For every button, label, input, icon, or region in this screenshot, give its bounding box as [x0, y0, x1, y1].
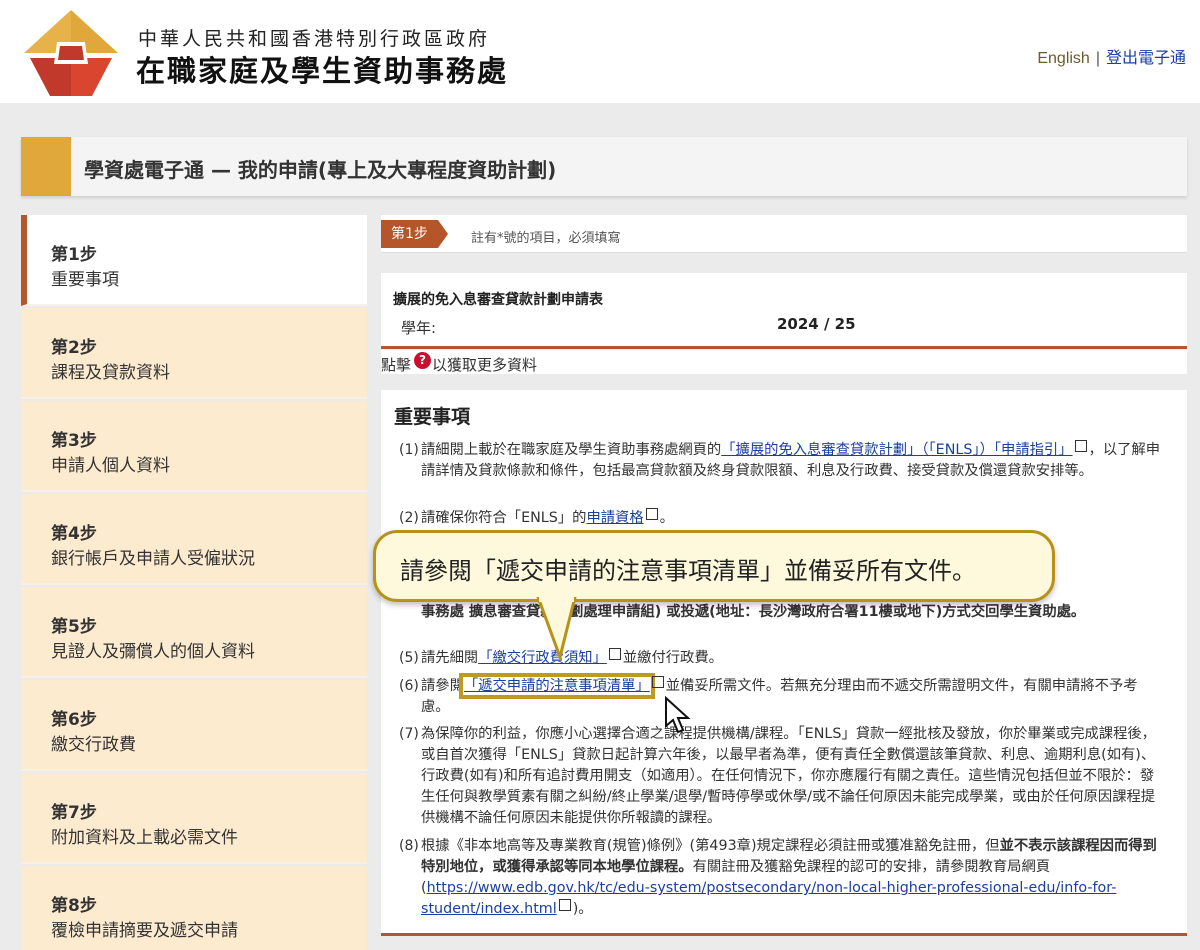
external-link-icon: [608, 648, 621, 660]
org-name-line2: 在職家庭及學生資助事務處: [136, 54, 509, 88]
top-links: English | 登出電子通: [1037, 44, 1186, 68]
step-number: 第3步: [51, 431, 97, 451]
step-badge: 第1步: [381, 220, 448, 248]
note-item-8: (8) 根據《非本地高等及專業教育(規管)條例》(第493章)規定課程必須註冊或…: [399, 836, 1164, 920]
note-number: (5): [399, 650, 419, 666]
edb-website-link[interactable]: https://www.edb.gov.hk/tc/edu-system/pos…: [421, 880, 1116, 917]
title-accent: [21, 137, 71, 196]
step-number: 第4步: [51, 524, 97, 544]
english-link[interactable]: English: [1037, 50, 1089, 67]
note-text: (地址：長沙灣政府合署11樓或地下)方式交回學生資助處。: [709, 604, 1086, 620]
step-label: 附加資料及上載必需文件: [51, 828, 238, 848]
note-text: 請先細閱: [421, 650, 479, 666]
note-item-6: (6) 請參閱「遞交申請的注意事項清單」 並備妥所需文件。若無充分理由而不遞交所需…: [399, 673, 1164, 718]
step-label: 重要事項: [51, 270, 119, 290]
note-item-4: 事務處 擴息審查貸款計劃處理申請組) 或投遞(地址：長沙灣政府合署11樓或地下)…: [399, 602, 1164, 623]
sidebar-step-1[interactable]: 第1步 重要事項: [21, 215, 367, 306]
note-number: (8): [399, 838, 419, 854]
logout-link[interactable]: 登出電子通: [1106, 50, 1186, 67]
info-suffix: 以獲取更多資料: [432, 356, 538, 374]
enls-guide-link[interactable]: 「擴展的免入息審查貸款計劃」（「ENLS」）「申請指引」: [721, 442, 1072, 458]
step-label: 銀行帳戶及申請人受僱狀況: [51, 549, 255, 569]
note-text: 事務處 擴: [421, 604, 484, 620]
org-name-line1: 中華人民共和國香港特別行政區政府: [138, 28, 491, 50]
step-number: 第7步: [51, 803, 97, 823]
instruction-callout: 請參閱「遞交申請的注意事項清單」並備妥所有文件。: [373, 530, 1055, 602]
sidebar-step-5[interactable]: 第5步 見證人及彌償人的個人資料: [21, 587, 367, 678]
external-link-icon: [558, 899, 571, 911]
note-item-1: (1) 請細閱上載於在職家庭及學生資助事務處網頁的「擴展的免入息審查貸款計劃」（…: [399, 440, 1164, 482]
sidebar-step-4[interactable]: 第4步 銀行帳戶及申請人受僱狀況: [21, 494, 367, 585]
steps-sidebar: 第1步 重要事項 第2步 課程及貸款資料 第3步 申請人個人資料 第4步 銀行帳…: [21, 215, 367, 950]
info-prefix: 點擊: [381, 356, 412, 374]
step-number: 第5步: [51, 617, 97, 637]
step-number: 第1步: [51, 245, 97, 265]
important-notes-panel: 重要事項 (1) 請細閱上載於在職家庭及學生資助事務處網頁的「擴展的免入息審查貸…: [381, 390, 1187, 936]
step-label: 課程及貸款資料: [51, 363, 170, 383]
note-text: 根據《非本地高等及專業教育(規管)條例》(第493章)規定課程必須註冊或獲准豁免…: [421, 838, 1000, 854]
external-link-icon: [651, 676, 664, 688]
eligibility-link[interactable]: 申請資格: [586, 510, 643, 526]
sidebar-step-7[interactable]: 第7步 附加資料及上載必需文件: [21, 773, 367, 864]
note-text: 為保障你的利益，你應小心選擇合適之課程提供機構/課程。「ENLS」貸款一經批核及…: [421, 726, 1156, 826]
note-text: 請參閱: [421, 678, 464, 694]
form-title: 擴展的免入息審查貸款計劃申請表: [393, 292, 603, 308]
required-note: 註有*號的項目，必須填寫: [471, 231, 621, 246]
note-item-7: (7) 為保障你的利益，你應小心選擇合適之課程提供機構/課程。「ENLS」貸款一…: [399, 724, 1164, 829]
note-text: 請確保你符合「ENLS」的: [421, 510, 587, 526]
academic-year-label: 學年:: [401, 319, 437, 337]
callout-text: 請參閱「遞交申請的注意事項清單」並備妥所有文件。: [400, 557, 976, 585]
sidebar-step-8[interactable]: 第8步 覆檢申請摘要及遞交申請: [21, 866, 367, 950]
form-info-card: 擴展的免入息審查貸款計劃申請表 學年: 2024 / 25: [381, 273, 1187, 349]
academic-year-value: 2024 / 25: [777, 315, 856, 333]
note-text: 。: [659, 510, 674, 526]
step-header: 第1步 註有*號的項目，必須填寫: [381, 215, 1187, 253]
sidebar-step-2[interactable]: 第2步 課程及貸款資料: [21, 308, 367, 399]
submission-checklist-link[interactable]: 「遞交申請的注意事項清單」: [458, 673, 655, 699]
callout-pointer: [536, 597, 577, 662]
notes-heading: 重要事項: [394, 406, 471, 428]
page-title: 學資處電子通 — 我的申請(專上及大專程度資助計劃): [84, 158, 557, 182]
note-text: 息審查貸款計劃處理申請組) 或投遞: [483, 604, 710, 620]
help-icon[interactable]: ?: [414, 352, 431, 369]
sidebar-step-6[interactable]: 第6步 繳交行政費: [21, 680, 367, 771]
link-separator: |: [1095, 50, 1100, 67]
step-label: 見證人及彌償人的個人資料: [51, 642, 255, 662]
note-text: )。: [572, 901, 593, 917]
note-text: 請細閱上載於在職家庭及學生資助事務處網頁的: [421, 442, 722, 458]
note-item-5: (5) 請先細閱「繳交行政費須知」 並繳付行政費。: [399, 648, 1164, 669]
note-number: (1): [399, 442, 419, 458]
site-header: 中華人民共和國香港特別行政區政府 在職家庭及學生資助事務處 English | 登出…: [0, 0, 1200, 103]
sidebar-step-3[interactable]: 第3步 申請人個人資料: [21, 401, 367, 492]
external-link-icon: [645, 508, 658, 520]
step-label: 申請人個人資料: [51, 456, 170, 476]
wfsfaa-logo[interactable]: [22, 8, 120, 98]
step-number: 第8步: [51, 896, 97, 916]
step-label: 覆檢申請摘要及遞交申請: [51, 921, 238, 941]
step-label: 繳交行政費: [51, 735, 136, 755]
note-number: (7): [399, 726, 419, 742]
note-number: (2): [399, 510, 419, 526]
mouse-cursor-icon: [665, 696, 691, 734]
step-number: 第2步: [51, 338, 97, 358]
step-number: 第6步: [51, 710, 97, 730]
external-link-icon: [1074, 440, 1087, 452]
note-text: 並繳付行政費。: [622, 650, 723, 666]
page-title-bar: 學資處電子通 — 我的申請(專上及大專程度資助計劃): [21, 137, 1187, 196]
help-info-line: 點擊 ? 以獲取更多資料: [381, 350, 1187, 374]
note-item-2: (2) 請確保你符合「ENLS」的申請資格。: [399, 508, 1164, 529]
note-number: (6): [399, 678, 419, 694]
